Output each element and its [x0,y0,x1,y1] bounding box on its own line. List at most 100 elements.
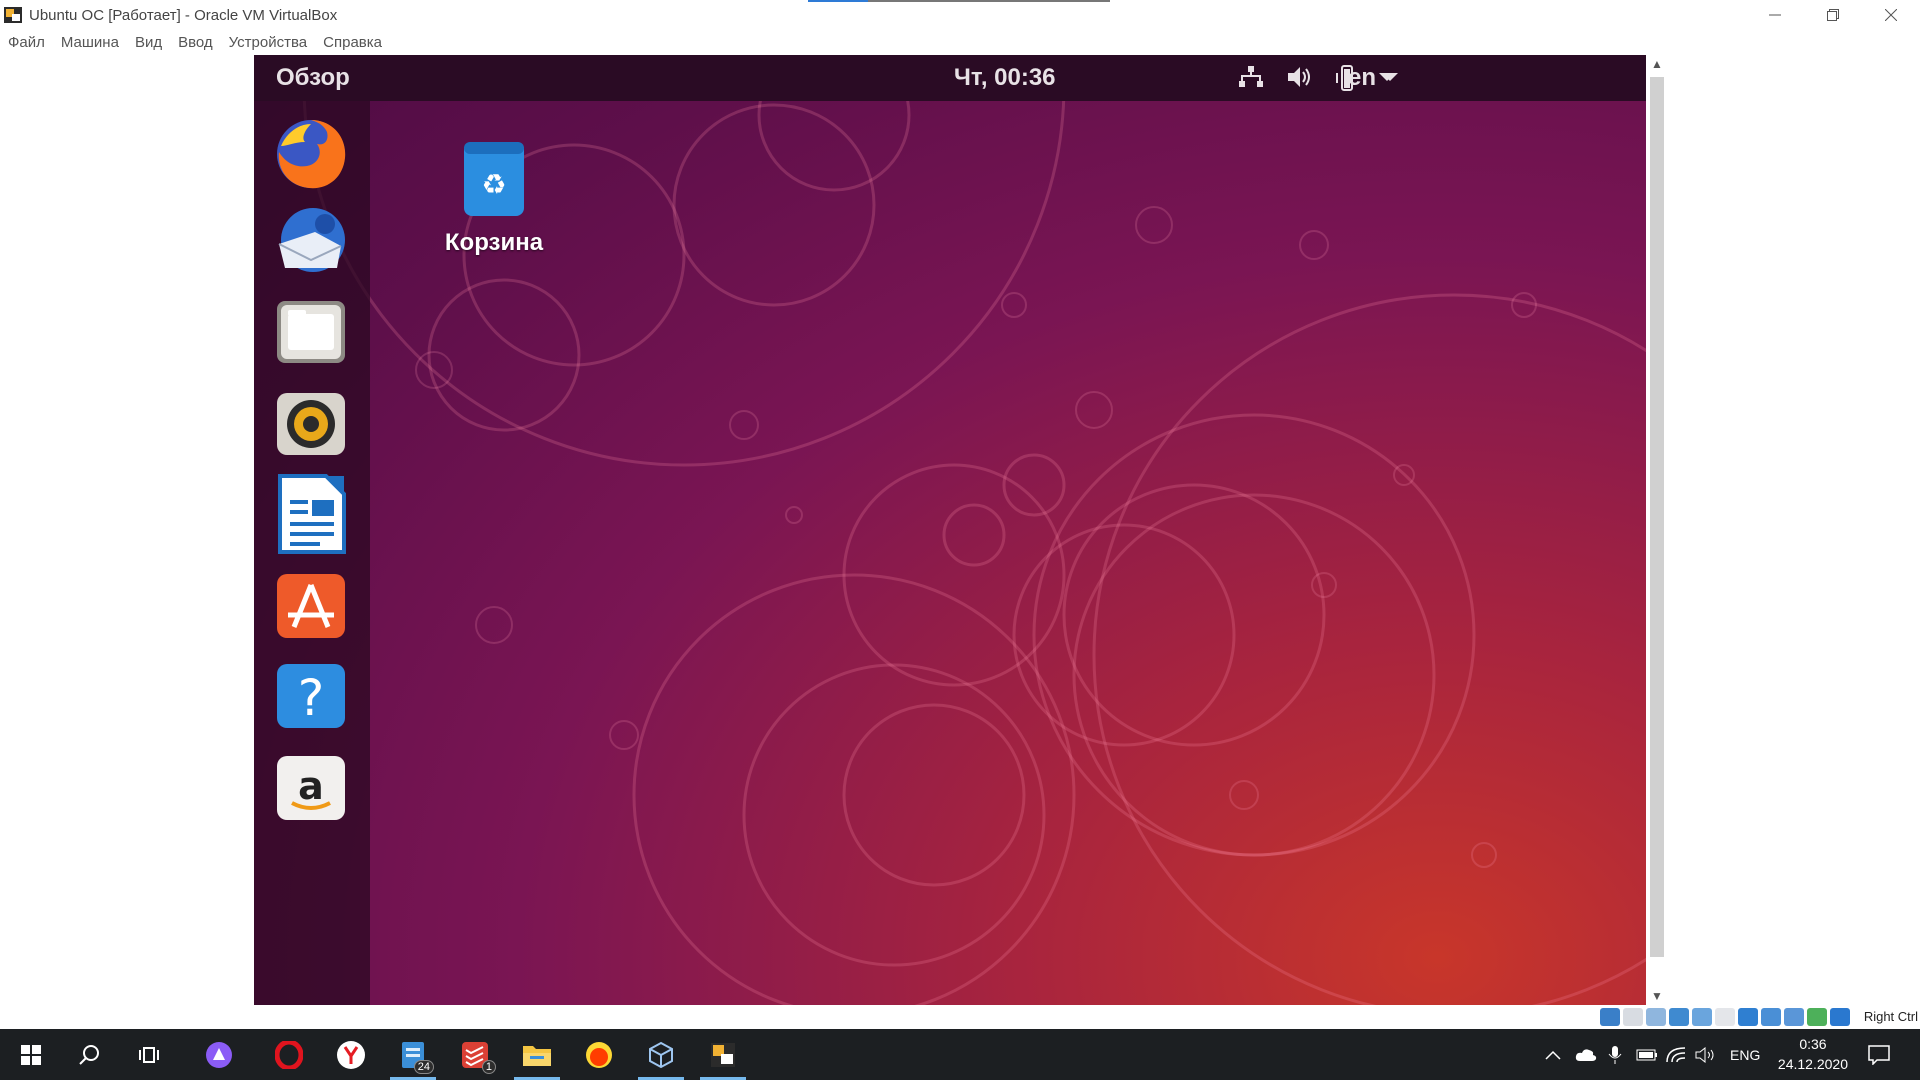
menu-view[interactable]: Вид [135,34,162,51]
taskbar-clock[interactable]: 0:36 24.12.2020 [1778,1034,1848,1074]
taskbar-virtualbox[interactable] [634,1029,688,1080]
restore-button[interactable] [1804,0,1862,30]
task-view-icon [139,1046,159,1063]
folder-icon [277,301,345,363]
host-key-label: Right Ctrl [1863,1009,1918,1024]
vm-vertical-scrollbar[interactable]: ▲ ▼ [1646,55,1668,1005]
thunderbird-icon [278,208,345,272]
window-titlebar: Ubuntu OC [Работает] - Oracle VM Virtual… [0,0,1920,30]
taskbar-file-explorer[interactable] [510,1029,564,1080]
taskbar-todoist[interactable]: 1 [448,1029,502,1080]
vm-window-icon [711,1042,735,1067]
scroll-up-icon[interactable]: ▲ [1651,57,1663,71]
display-icon[interactable] [1738,1008,1758,1026]
search-icon [79,1044,99,1065]
vt-x-icon[interactable] [1784,1008,1804,1026]
alice-assistant-icon [206,1041,232,1068]
yandex-music-icon [586,1041,612,1068]
trash-icon: ♻ [464,142,524,216]
menu-devices[interactable]: Устройства [229,34,307,51]
shared-folders-icon[interactable] [1715,1008,1735,1026]
audio-icon[interactable] [1646,1008,1666,1026]
input-language-label: ENG [1730,1046,1761,1063]
taskbar-notepad-app[interactable]: 24 [386,1029,440,1080]
todoist-badge: 1 [481,1060,496,1074]
title-progress-indicator [808,0,1110,2]
battery-status-icon [1636,1049,1657,1060]
vbox-statusbar: Right Ctrl [0,1005,1920,1029]
taskbar-date: 24.12.2020 [1777,1056,1848,1072]
tray-wifi[interactable] [1666,1029,1686,1080]
tray-input-language[interactable]: ENG [1730,1029,1760,1080]
usb-icon[interactable] [1692,1008,1712,1026]
writer-document-icon [278,474,346,554]
virtualbox-icon [4,7,22,23]
virtualbox-manager-icon [649,1041,673,1068]
mouse-integration-icon[interactable] [1807,1008,1827,1026]
taskbar-alice[interactable] [192,1029,246,1080]
tray-microphone[interactable] [1608,1029,1622,1080]
dock-firefox[interactable] [268,109,354,195]
wifi-icon [1666,1046,1686,1062]
dock-help[interactable]: ? [268,653,354,739]
ubuntu-topbar: Обзор Чт, 00:36 en [254,55,1646,101]
dock-rhythmbox[interactable] [268,381,354,467]
system-menu-chevron-icon[interactable] [1379,73,1395,83]
dock-ubuntu-software[interactable] [268,563,354,649]
tray-onedrive[interactable] [1575,1029,1597,1080]
microphone-icon [1608,1045,1622,1064]
battery-icon[interactable] [1334,65,1362,91]
file-explorer-icon [523,1045,551,1066]
activities-button[interactable]: Обзор [276,64,350,92]
restore-icon [1827,9,1839,21]
speaker-icon [277,393,345,455]
desktop-trash-label: Корзина [444,229,544,256]
task-view-button[interactable] [122,1029,176,1080]
taskbar-yandex-browser[interactable] [324,1029,378,1080]
svg-text:?: ? [298,669,325,727]
scrollbar-thumb[interactable] [1650,77,1664,957]
minimize-button[interactable] [1746,0,1804,30]
dock-amazon[interactable]: a [268,745,354,831]
volume-icon[interactable] [1286,65,1314,89]
menu-file[interactable]: Файл [8,34,45,51]
firefox-icon [277,120,346,189]
cloud-icon [1575,1048,1597,1061]
minimize-icon [1769,14,1781,16]
menu-help[interactable]: Справка [323,34,382,51]
notification-icon [1868,1044,1890,1065]
yandex-browser-icon [337,1040,365,1069]
tray-show-hidden[interactable] [1545,1029,1561,1080]
network-adapter-icon[interactable] [1669,1008,1689,1026]
network-icon[interactable] [1238,65,1264,89]
taskbar-opera[interactable] [262,1029,316,1080]
taskbar-virtualbox-vm[interactable] [696,1029,750,1080]
chevron-up-icon [1545,1050,1561,1060]
desktop-trash[interactable]: ♻ Корзина [429,140,559,257]
action-center-button[interactable] [1868,1029,1890,1080]
guest-screen[interactable]: Обзор Чт, 00:36 en ? a ♻ Корзина [254,55,1646,1005]
help-icon: ? [277,664,345,728]
tray-volume[interactable] [1695,1029,1717,1080]
software-store-icon [277,574,345,638]
svg-text:♻: ♻ [481,168,506,201]
optical-drive-icon[interactable] [1623,1008,1643,1026]
dock-thunderbird[interactable] [268,199,354,285]
close-button[interactable] [1862,0,1920,30]
menu-input[interactable]: Ввод [178,34,213,51]
dock-files[interactable] [268,289,354,375]
start-button[interactable] [4,1029,58,1080]
menubar: Файл Машина Вид Ввод Устройства Справка [0,30,1920,55]
opera-icon [275,1040,303,1069]
tray-battery[interactable] [1636,1029,1658,1080]
scroll-down-icon[interactable]: ▼ [1651,989,1663,1003]
menu-machine[interactable]: Машина [61,34,119,51]
recording-icon[interactable] [1761,1008,1781,1026]
hard-disk-icon[interactable] [1600,1008,1620,1026]
notepad-badge: 24 [413,1060,434,1074]
clock-button[interactable]: Чт, 00:36 [954,64,1056,92]
dock-libreoffice-writer[interactable] [268,471,354,557]
keyboard-capture-icon[interactable] [1830,1008,1850,1026]
search-button[interactable] [62,1029,116,1080]
taskbar-yandex-music[interactable] [572,1029,626,1080]
